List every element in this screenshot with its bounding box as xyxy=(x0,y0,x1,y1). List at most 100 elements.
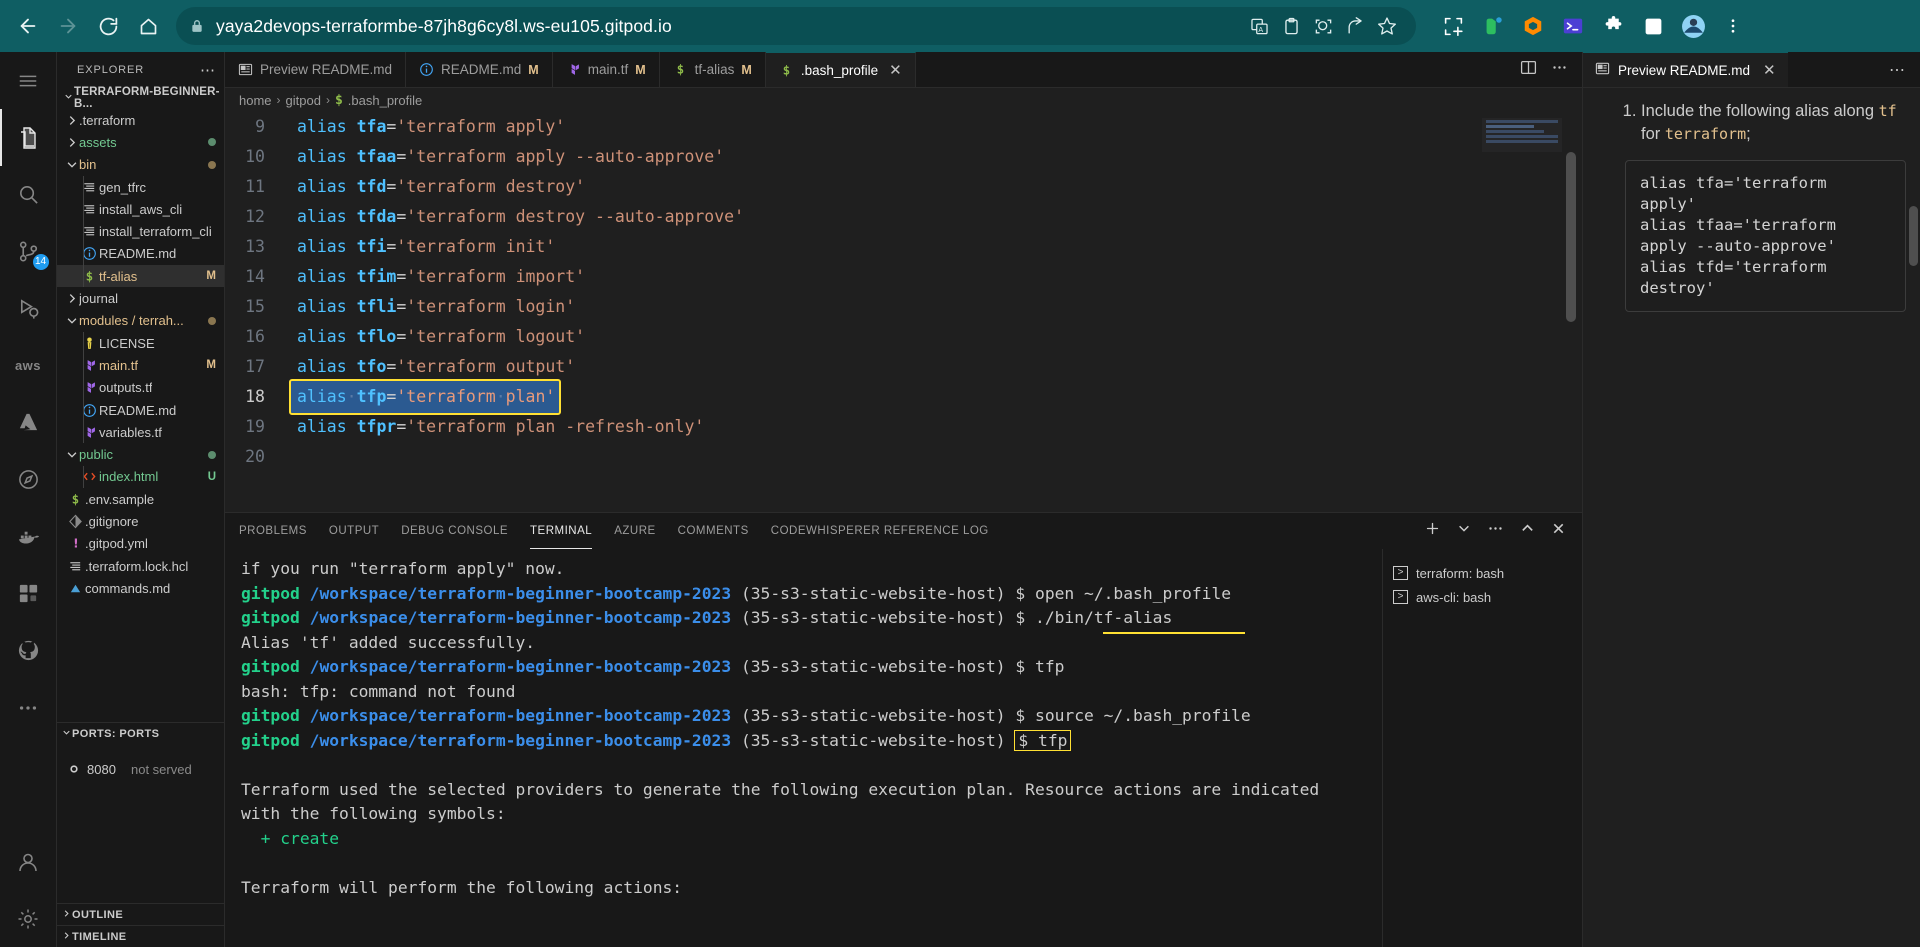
panel-tab-problems[interactable]: PROBLEMS xyxy=(239,513,307,549)
aws-icon[interactable]: aws xyxy=(0,337,57,394)
tree-file-row[interactable]: index.html U xyxy=(57,465,224,489)
editor-more-icon[interactable] xyxy=(1551,59,1568,81)
code-line[interactable]: 15 alias tfli='terraform login' xyxy=(225,292,1582,322)
port-row[interactable]: 8080 not served xyxy=(57,758,224,780)
code-line[interactable]: 19 alias tfpr='terraform plan -refresh-on… xyxy=(225,412,1582,442)
run-debug-icon[interactable] xyxy=(0,280,57,337)
tree-file-row[interactable]: ! .gitpod.yml xyxy=(57,533,224,555)
breadcrumb-item-file[interactable]: .bash_profile xyxy=(348,93,422,108)
timeline-section-header[interactable]: TIMELINE xyxy=(57,925,224,947)
address-bar[interactable]: yaya2devops-terraformbe-87jh8g6cy8l.ws-e… xyxy=(176,7,1416,45)
tab-close-icon[interactable]: ✕ xyxy=(889,61,902,79)
clipboard-icon[interactable] xyxy=(1276,11,1306,41)
reload-button[interactable] xyxy=(90,8,126,44)
panel-tab-azure[interactable]: AZURE xyxy=(614,513,655,549)
tree-file-row[interactable]: $ tf-alias M xyxy=(57,265,224,288)
profile-avatar-icon[interactable] xyxy=(1678,11,1708,41)
gitpod-icon[interactable] xyxy=(1518,11,1548,41)
terminal-output[interactable]: if you run "terraform apply" now. gitpod … xyxy=(225,549,1382,947)
ellipsis-icon[interactable] xyxy=(0,679,57,736)
tree-folder-row[interactable]: .terraform xyxy=(57,109,224,131)
evernote-icon[interactable] xyxy=(1478,11,1508,41)
panel-tab-comments[interactable]: COMMENTS xyxy=(678,513,749,549)
editor-tab-preview-readme-md[interactable]: Preview README.md xyxy=(225,52,407,87)
code-line[interactable]: 14 alias tfim='terraform import' xyxy=(225,262,1582,292)
outline-section-header[interactable]: OUTLINE xyxy=(57,903,224,925)
add-terminal-icon[interactable] xyxy=(1424,520,1441,542)
panel-tab-codewhisperer-reference-log[interactable]: CODEWHISPERER REFERENCE LOG xyxy=(771,513,989,549)
sidebar-more-icon[interactable]: ⋯ xyxy=(200,61,216,79)
home-button[interactable] xyxy=(130,8,166,44)
tree-file-row[interactable]: LICENSE xyxy=(57,331,224,355)
editor-tab-main-tf[interactable]: main.tf M xyxy=(552,52,660,87)
share-icon[interactable] xyxy=(1340,11,1370,41)
tree-file-row[interactable]: commands.md xyxy=(57,577,224,599)
kebab-menu-icon[interactable] xyxy=(1718,11,1748,41)
panel-ellipsis-icon[interactable] xyxy=(1487,520,1504,542)
panel-tab-output[interactable]: OUTPUT xyxy=(329,513,379,549)
ports-section-header[interactable]: PORTS: PORTS xyxy=(57,722,224,744)
code-line[interactable]: 16 alias tflo='terraform logout' xyxy=(225,322,1582,352)
terminal-list-item[interactable]: > aws-cli: bash xyxy=(1393,585,1582,609)
tree-folder-row[interactable]: modules / terrah... xyxy=(57,310,224,332)
split-editor-icon[interactable] xyxy=(1520,59,1537,81)
screenshot-icon[interactable] xyxy=(1438,11,1468,41)
maximize-panel-icon[interactable] xyxy=(1520,521,1535,541)
code-line[interactable]: 18 alias·tfp='terraform·plan' xyxy=(225,379,1582,415)
hamburger-icon[interactable] xyxy=(0,52,57,109)
panel-tab-terminal[interactable]: TERMINAL xyxy=(530,513,593,549)
account-icon[interactable] xyxy=(0,833,57,890)
tree-file-row[interactable]: main.tf M xyxy=(57,354,224,377)
forward-button[interactable] xyxy=(50,8,86,44)
breadcrumb-item-gitpod[interactable]: gitpod xyxy=(286,93,321,108)
tree-folder-row[interactable]: public xyxy=(57,443,224,465)
tree-file-row[interactable]: .gitignore xyxy=(57,510,224,532)
code-line[interactable]: 20 xyxy=(225,442,1582,472)
search-icon[interactable] xyxy=(0,166,57,223)
preview-scrollbar[interactable] xyxy=(1909,206,1918,266)
explorer-root-folder[interactable]: TERRAFORM-BEGINNER-B... xyxy=(57,86,224,110)
gear-icon[interactable] xyxy=(0,890,57,947)
tree-folder-row[interactable]: journal xyxy=(57,287,224,309)
terminal-ext-icon[interactable] xyxy=(1558,11,1588,41)
lens-icon[interactable] xyxy=(1308,11,1338,41)
azure-icon[interactable] xyxy=(0,394,57,451)
chevron-down-icon[interactable] xyxy=(1457,521,1471,540)
puzzle-icon[interactable] xyxy=(1598,11,1628,41)
editor-tab-readme-md[interactable]: README.md M xyxy=(406,52,553,87)
github-icon[interactable] xyxy=(0,622,57,679)
back-button[interactable] xyxy=(10,8,46,44)
code-line[interactable]: 13 alias tfi='terraform init' xyxy=(225,232,1582,262)
code-line[interactable]: 9 alias tfa='terraform apply' xyxy=(225,112,1582,142)
tree-file-row[interactable]: install_terraform_cli xyxy=(57,220,224,243)
tree-file-row[interactable]: variables.tf xyxy=(57,421,224,444)
editor-vertical-scrollbar[interactable] xyxy=(1566,152,1576,322)
code-line[interactable]: 17 alias tfo='terraform output' xyxy=(225,352,1582,382)
tree-file-row[interactable]: .terraform.lock.hcl xyxy=(57,555,224,577)
tree-file-row[interactable]: outputs.tf xyxy=(57,376,224,399)
tree-file-row[interactable]: gen_tfrc xyxy=(57,175,224,199)
extensions-icon[interactable] xyxy=(0,565,57,622)
tree-folder-row[interactable]: assets xyxy=(57,131,224,153)
code-line[interactable]: 11 alias tfd='terraform destroy' xyxy=(225,172,1582,202)
code-line[interactable]: 12 alias tfda='terraform destroy --auto-a… xyxy=(225,202,1582,232)
tree-file-row[interactable]: README.md xyxy=(57,398,224,422)
code-line[interactable]: 10 alias tfaa='terraform apply --auto-app… xyxy=(225,142,1582,172)
tree-file-row[interactable]: install_aws_cli xyxy=(57,198,224,221)
preview-more-icon[interactable]: ⋯ xyxy=(1889,52,1920,87)
close-panel-icon[interactable] xyxy=(1551,521,1566,541)
close-icon[interactable]: ✕ xyxy=(1763,61,1776,79)
tree-file-row[interactable]: README.md xyxy=(57,242,224,266)
docker-icon[interactable] xyxy=(0,508,57,565)
tab-preview-readme[interactable]: Preview README.md ✕ xyxy=(1583,52,1788,87)
compass-icon[interactable] xyxy=(0,451,57,508)
source-control-icon[interactable]: 14 xyxy=(0,223,57,280)
terminal-list-item[interactable]: > terraform: bash xyxy=(1393,561,1582,585)
tree-folder-row[interactable]: bin xyxy=(57,154,224,176)
sidebar-item-explorer[interactable] xyxy=(0,109,57,166)
editor-tab--bash-profile[interactable]: $ .bash_profile ✕ xyxy=(765,52,916,87)
breadcrumb-item-home[interactable]: home xyxy=(239,93,272,108)
minimap[interactable] xyxy=(1482,118,1562,152)
panel-tab-debug-console[interactable]: DEBUG CONSOLE xyxy=(401,513,508,549)
sidepanel-icon[interactable] xyxy=(1638,11,1668,41)
